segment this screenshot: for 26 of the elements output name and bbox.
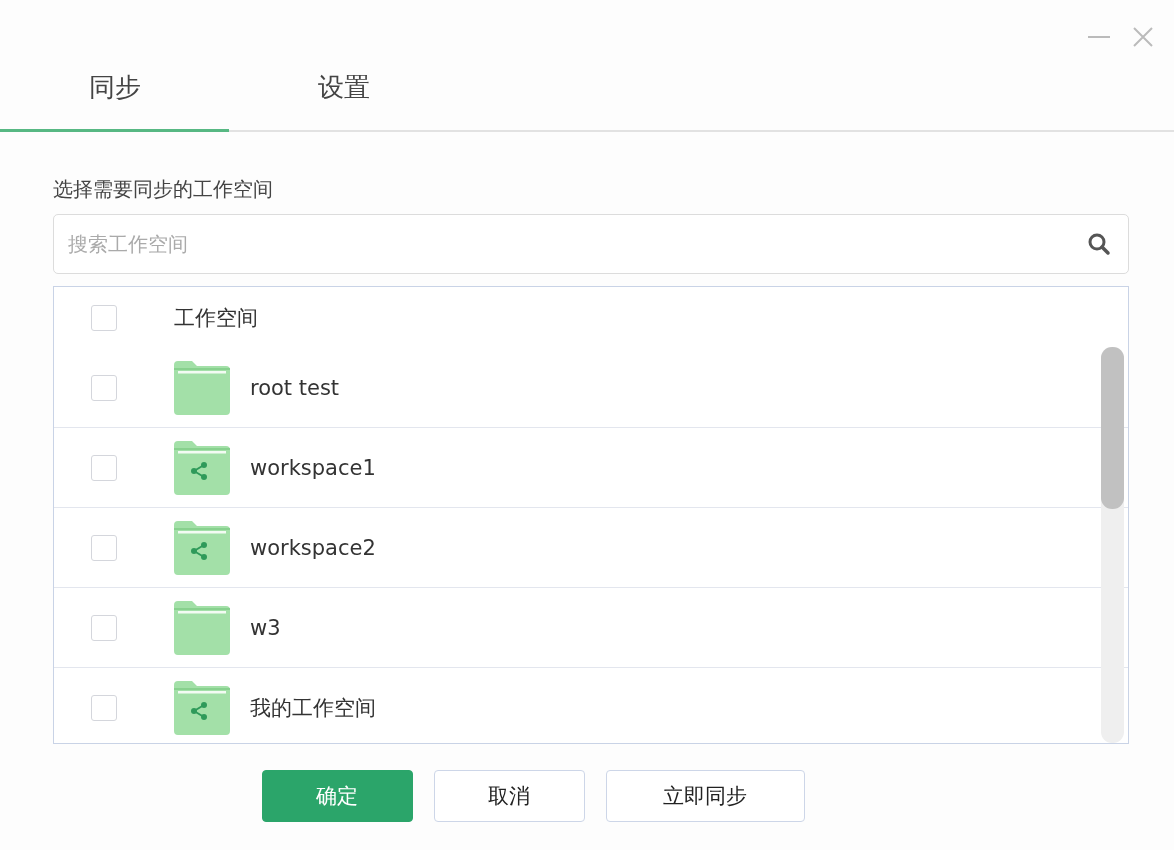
search-field[interactable]: 搜索工作空间: [53, 214, 1129, 274]
column-header: 工作空间: [174, 304, 258, 332]
action-button[interactable]: 立即同步: [605, 770, 805, 822]
folder-icon: [174, 359, 230, 416]
checkbox[interactable]: [91, 694, 117, 721]
shared-folder-icon: [174, 519, 230, 576]
checkbox[interactable]: [91, 534, 117, 561]
close-icon[interactable]: [1132, 26, 1154, 48]
search-icon[interactable]: [1087, 232, 1111, 256]
tab[interactable]: 设置: [229, 46, 458, 132]
checkbox[interactable]: [91, 304, 117, 331]
shared-folder-icon: [174, 679, 230, 736]
section-label: 选择需要同步的工作空间: [53, 176, 274, 203]
folder-icon: [174, 599, 230, 656]
workspace-name[interactable]: 我的工作空间: [250, 693, 376, 722]
action-button[interactable]: 取消: [433, 770, 585, 822]
tab[interactable]: 同步: [0, 46, 229, 132]
scrollbar-thumb[interactable]: [1101, 347, 1124, 509]
workspace-name[interactable]: workspace1: [250, 455, 376, 480]
checkbox[interactable]: [91, 454, 117, 481]
shared-folder-icon: [174, 439, 230, 496]
checkbox[interactable]: [91, 614, 117, 641]
workspace-name[interactable]: w3: [250, 615, 281, 640]
checkbox[interactable]: [91, 374, 117, 401]
workspace-name[interactable]: root test: [250, 375, 340, 400]
workspace-name[interactable]: workspace2: [250, 535, 376, 560]
